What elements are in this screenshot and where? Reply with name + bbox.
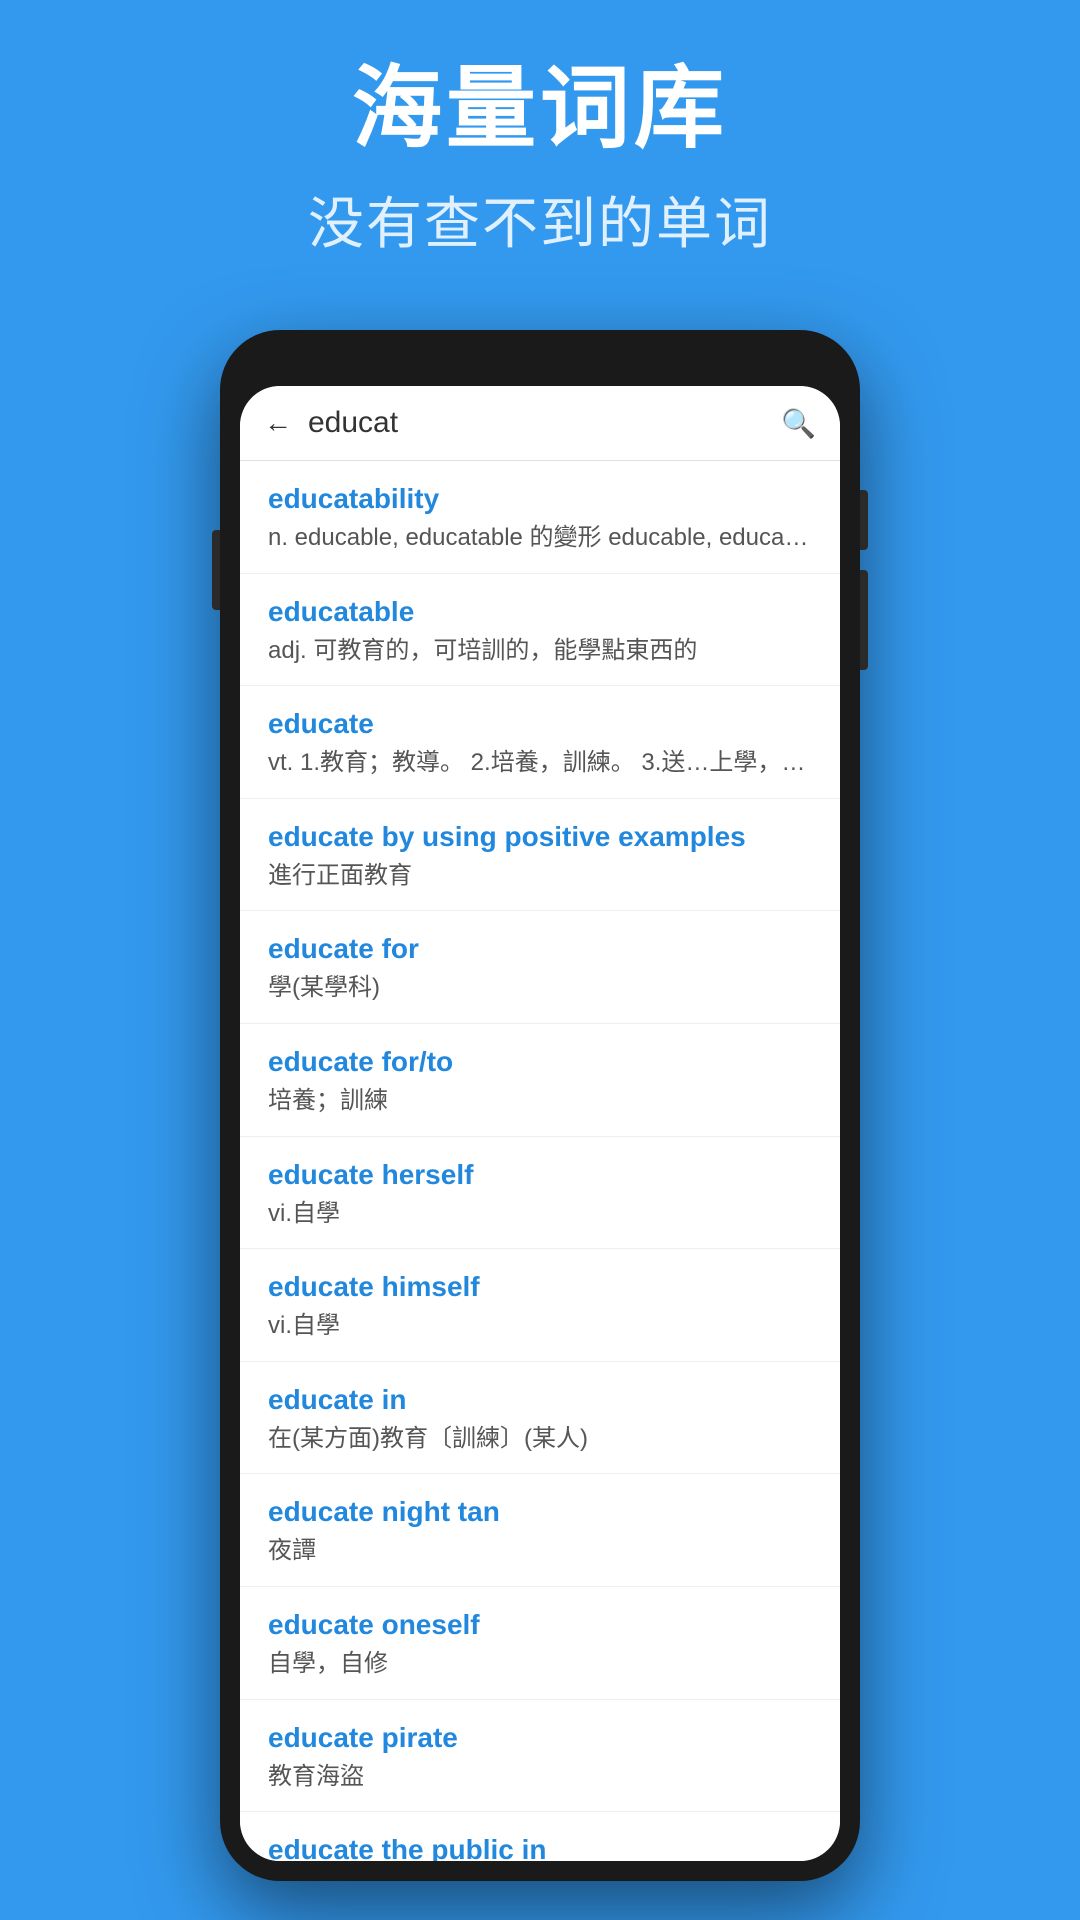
- result-title: educate night tan: [268, 1496, 812, 1528]
- result-title: educate oneself: [268, 1609, 812, 1641]
- result-title: educate by using positive examples: [268, 821, 812, 853]
- list-item[interactable]: educate vt. 1.教育；教導。 2.培養，訓練。 3.送…上學，為…負擔…: [240, 686, 840, 799]
- result-desc: 夜譚: [268, 1534, 812, 1568]
- header-area: 海量词库 没有查不到的单词: [0, 0, 1080, 300]
- list-item[interactable]: educatability n. educable, educatable 的變形…: [240, 461, 840, 574]
- list-item[interactable]: educate herself vi.自學: [240, 1137, 840, 1250]
- phone-wrapper: ← educat 🔍 educatability n. educable, edu…: [220, 330, 860, 1881]
- result-desc: n. educable, educatable 的變形 educable, ed…: [268, 521, 812, 555]
- list-item[interactable]: educatable adj. 可教育的，可培訓的，能學點東西的: [240, 574, 840, 687]
- results-list: educatability n. educable, educatable 的變形…: [240, 461, 840, 1861]
- list-item[interactable]: educate oneself 自學，自修: [240, 1587, 840, 1700]
- phone-frame: ← educat 🔍 educatability n. educable, edu…: [220, 330, 860, 1881]
- list-item[interactable]: educate pirate 教育海盜: [240, 1700, 840, 1813]
- side-button-right-bottom: [860, 570, 868, 670]
- result-desc: vt. 1.教育；教導。 2.培養，訓練。 3.送…上學，為…負擔學費。 n..…: [268, 746, 812, 780]
- result-desc: vi.自學: [268, 1197, 812, 1231]
- phone-notch: [440, 350, 640, 378]
- result-desc: 培養；訓練: [268, 1084, 812, 1118]
- side-button-left: [212, 530, 220, 610]
- search-bar: ← educat 🔍: [240, 386, 840, 461]
- result-title: educatability: [268, 483, 812, 515]
- result-desc: adj. 可教育的，可培訓的，能學點東西的: [268, 634, 812, 668]
- list-item[interactable]: educate for/to 培養；訓練: [240, 1024, 840, 1137]
- header-title: 海量词库: [40, 60, 1040, 159]
- result-title: educate: [268, 708, 812, 740]
- header-subtitle: 没有查不到的单词: [40, 179, 1040, 260]
- result-title: educatable: [268, 596, 812, 628]
- search-icon[interactable]: 🔍: [781, 407, 816, 440]
- result-title: educate in: [268, 1384, 812, 1416]
- list-item[interactable]: educate for 學(某學科): [240, 911, 840, 1024]
- result-desc: 進行正面教育: [268, 859, 812, 893]
- result-desc: 在(某方面)教育〔訓練〕(某人): [268, 1422, 812, 1456]
- side-button-right-top: [860, 490, 868, 550]
- result-title: educate herself: [268, 1159, 812, 1191]
- back-button[interactable]: ←: [264, 407, 292, 439]
- result-title: educate the public in: [268, 1834, 812, 1861]
- list-item[interactable]: educate by using positive examples 進行正面教育: [240, 799, 840, 912]
- result-title: educate for/to: [268, 1046, 812, 1078]
- list-item[interactable]: educate night tan 夜譚: [240, 1474, 840, 1587]
- result-desc: 自學，自修: [268, 1647, 812, 1681]
- list-item[interactable]: educate himself vi.自學: [240, 1249, 840, 1362]
- result-desc: 教育海盜: [268, 1760, 812, 1794]
- result-title: educate for: [268, 933, 812, 965]
- phone-screen: ← educat 🔍 educatability n. educable, edu…: [240, 386, 840, 1861]
- search-input[interactable]: educat: [308, 406, 765, 440]
- result-title: educate pirate: [268, 1722, 812, 1754]
- result-title: educate himself: [268, 1271, 812, 1303]
- list-item[interactable]: educate in 在(某方面)教育〔訓練〕(某人): [240, 1362, 840, 1475]
- list-item[interactable]: educate the public in方面教育公眾: [240, 1812, 840, 1861]
- result-desc: vi.自學: [268, 1309, 812, 1343]
- result-desc: 學(某學科): [268, 971, 812, 1005]
